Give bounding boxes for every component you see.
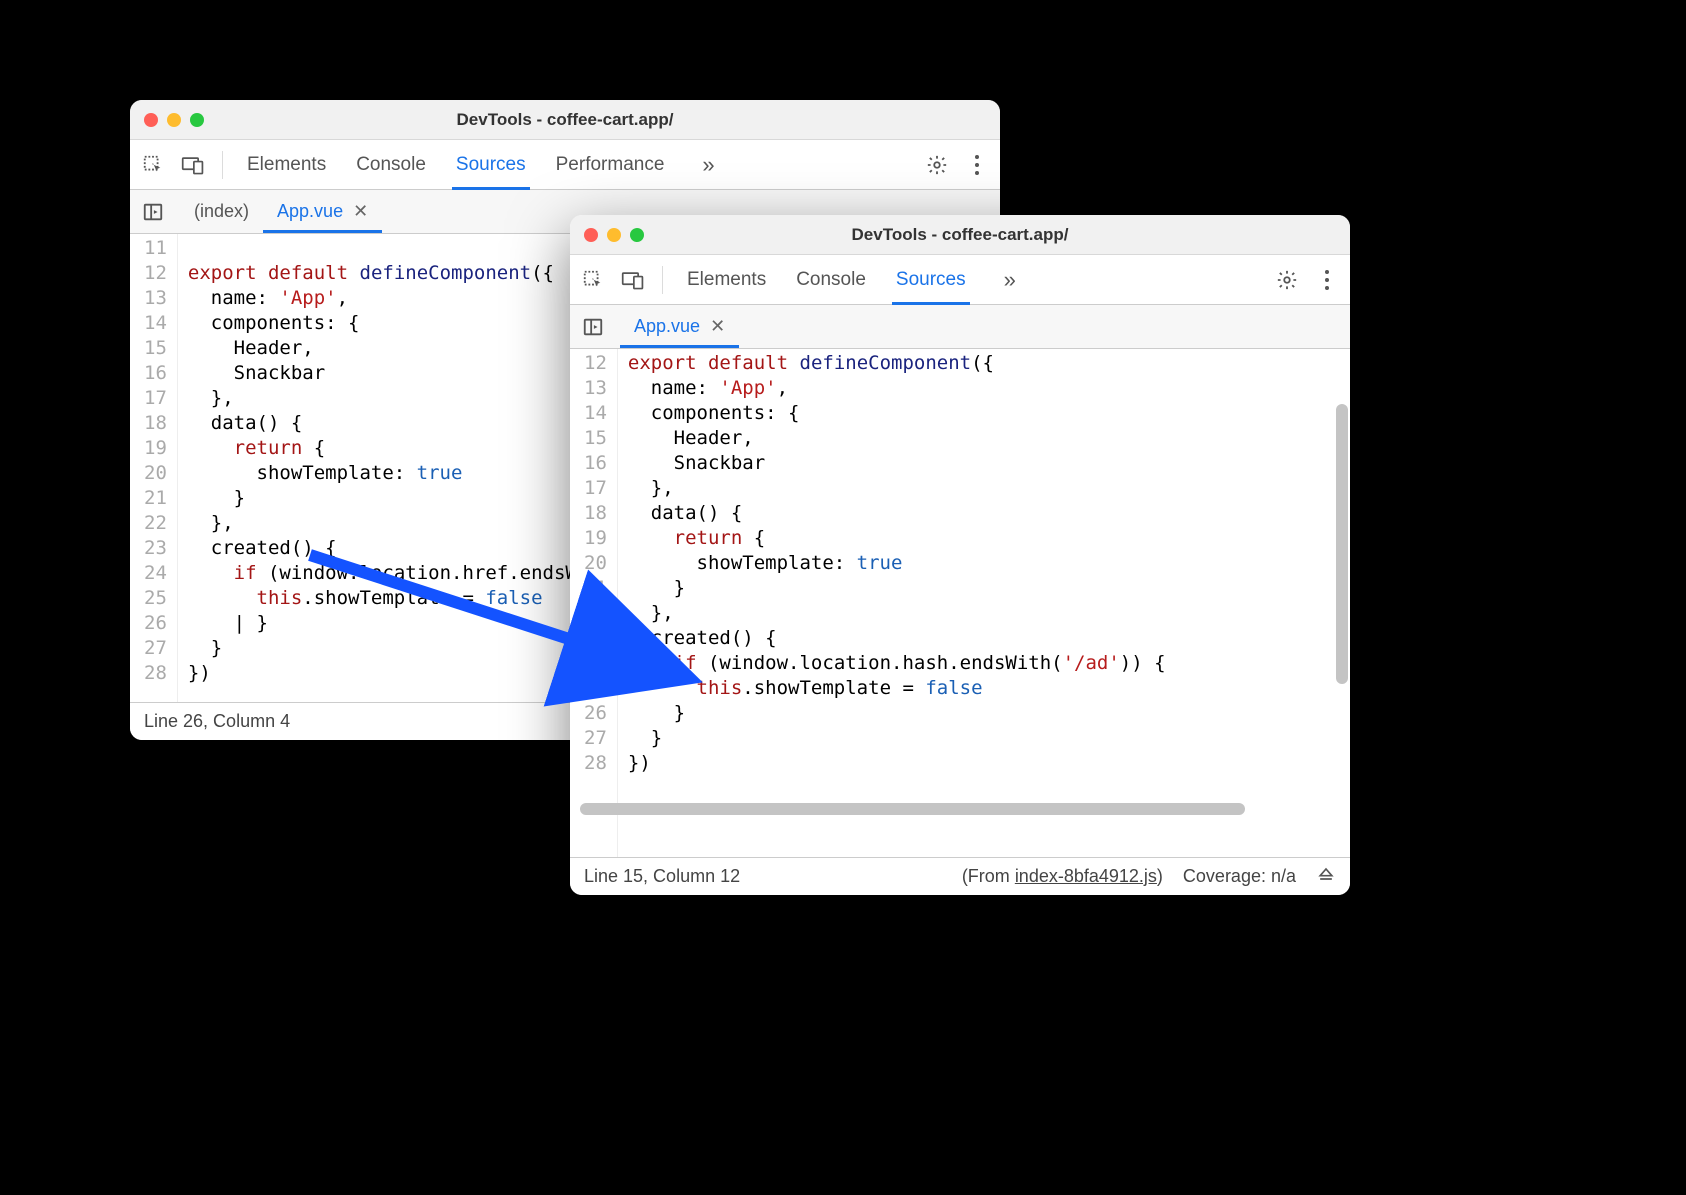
tab-elements[interactable]: Elements [687,255,766,305]
traffic-lights [144,113,204,127]
file-tab-app-vue[interactable]: App.vue ✕ [620,305,739,348]
inspect-icon[interactable] [576,263,610,297]
toolbar-divider [222,151,223,179]
scrollbar-thumb[interactable] [580,803,1245,815]
more-tabs-icon[interactable]: » [694,152,722,178]
titlebar[interactable]: DevTools - coffee-cart.app/ [130,100,1000,140]
window-close-button[interactable] [584,228,598,242]
line-gutter: 1213141516171819202122232425262728 [570,349,618,857]
tab-console[interactable]: Console [796,255,866,305]
kebab-menu-icon[interactable] [960,148,994,182]
window-minimize-button[interactable] [607,228,621,242]
tab-elements[interactable]: Elements [247,140,326,190]
titlebar[interactable]: DevTools - coffee-cart.app/ [570,215,1350,255]
line-gutter: 111213141516171819202122232425262728 [130,234,178,702]
source-map-link[interactable]: index-8bfa4912.js [1015,866,1157,886]
devtools-window-2: DevTools - coffee-cart.app/ Elements Con… [570,215,1350,895]
tab-sources[interactable]: Sources [456,140,526,190]
gear-icon[interactable] [920,148,954,182]
device-toggle-icon[interactable] [616,263,650,297]
statusbar: Line 15, Column 12 (From index-8bfa4912.… [570,857,1350,895]
navigator-toggle-icon[interactable] [576,310,610,344]
window-minimize-button[interactable] [167,113,181,127]
toolbar-divider [662,266,663,294]
cursor-position: Line 15, Column 12 [584,866,740,887]
device-toggle-icon[interactable] [176,148,210,182]
file-tabbar: App.vue ✕ [570,305,1350,349]
eject-icon[interactable] [1316,864,1336,889]
code-editor[interactable]: 1213141516171819202122232425262728 expor… [570,349,1350,857]
tab-performance[interactable]: Performance [556,140,665,190]
file-tab-label: App.vue [634,316,700,337]
window-title: DevTools - coffee-cart.app/ [570,225,1350,245]
kebab-menu-icon[interactable] [1310,263,1344,297]
source-mapped-from: (From index-8bfa4912.js) [962,866,1163,887]
tab-sources[interactable]: Sources [896,255,966,305]
file-tab-label: (index) [194,201,249,222]
cursor-position: Line 26, Column 4 [144,711,290,732]
inspect-icon[interactable] [136,148,170,182]
window-maximize-button[interactable] [190,113,204,127]
close-icon[interactable]: ✕ [353,201,368,222]
main-toolbar: Elements Console Sources » [570,255,1350,305]
traffic-lights [584,228,644,242]
horizontal-scrollbar[interactable] [580,803,1336,815]
file-tab-label: App.vue [277,201,343,222]
window-title: DevTools - coffee-cart.app/ [130,110,1000,130]
file-tab-app-vue[interactable]: App.vue ✕ [263,190,382,233]
close-icon[interactable]: ✕ [710,316,725,337]
code-area[interactable]: export default defineComponent({ name: '… [618,349,1166,857]
main-toolbar: Elements Console Sources Performance » [130,140,1000,190]
scrollbar-thumb[interactable] [1336,404,1348,684]
tab-console[interactable]: Console [356,140,426,190]
gear-icon[interactable] [1270,263,1304,297]
navigator-toggle-icon[interactable] [136,195,170,229]
panel-tabs: Elements Console Sources » [675,255,1264,305]
file-tab-index[interactable]: (index) [180,190,263,233]
window-close-button[interactable] [144,113,158,127]
panel-tabs: Elements Console Sources Performance » [235,140,914,190]
coverage-label: Coverage: n/a [1183,866,1296,887]
window-maximize-button[interactable] [630,228,644,242]
vertical-scrollbar[interactable] [1336,404,1348,802]
more-tabs-icon[interactable]: » [996,267,1024,293]
